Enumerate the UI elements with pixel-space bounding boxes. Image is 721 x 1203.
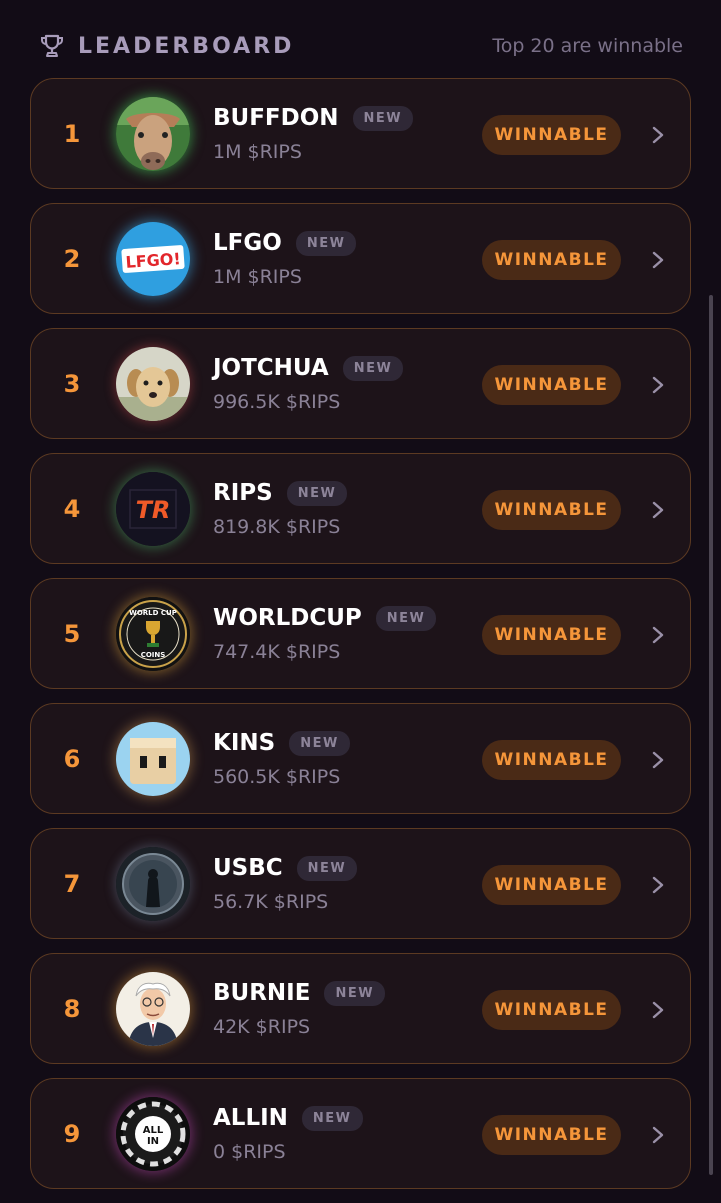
rank-number: 8 <box>63 994 81 1023</box>
winnable-badge: WINNABLE <box>482 990 621 1030</box>
new-badge: NEW <box>301 1105 363 1131</box>
winnable-badge: WINNABLE <box>482 1115 621 1155</box>
rank-number: 2 <box>63 244 81 273</box>
rank-number: 3 <box>63 369 81 398</box>
chip-text-bottom: IN <box>147 1136 159 1147</box>
leaderboard-header: LEADERBOARD Top 20 are winnable <box>38 28 683 64</box>
token-amount: 747.4K $RIPS <box>213 641 341 663</box>
worldcup-text-bottom: COINS <box>141 651 166 659</box>
chevron-right-icon[interactable] <box>648 1123 668 1147</box>
new-badge: NEW <box>352 105 414 131</box>
lfgo-logo-avatar: LFGO! <box>116 222 190 296</box>
buffalo-avatar <box>116 97 190 171</box>
new-badge: NEW <box>375 605 437 631</box>
leaderboard-row[interactable]: 2 LFGO! LFGO NEW 1M $RIPS WINNABLE <box>30 203 691 314</box>
leaderboard-list: 1 BUFFDON NEW 1M $RIPS WINNABLE 2 LFGO! … <box>30 78 691 1203</box>
new-badge: NEW <box>295 230 357 256</box>
token-amount: 0 $RIPS <box>213 1141 286 1163</box>
token-name-line: KINS NEW <box>213 730 350 756</box>
page-title: LEADERBOARD <box>78 33 295 59</box>
poker-chip-avatar: ALL IN <box>116 1097 190 1171</box>
token-name-line: LFGO NEW <box>213 230 357 256</box>
tr-logo-avatar: TR <box>116 472 190 546</box>
token-name: USBC <box>213 855 283 881</box>
leaderboard-row[interactable]: 4 TR RIPS NEW 819.8K $RIPS WINNABLE <box>30 453 691 564</box>
token-name-line: RIPS NEW <box>213 480 348 506</box>
lfgo-logo-text: LFGO! <box>125 249 181 272</box>
token-name: RIPS <box>213 480 273 506</box>
chevron-right-icon[interactable] <box>648 998 668 1022</box>
chevron-right-icon[interactable] <box>648 248 668 272</box>
tr-logo-text: TR <box>136 496 171 524</box>
leaderboard-row[interactable]: 8 BURNIE NEW 42K $RIPS WINNABLE <box>30 953 691 1064</box>
cartoon-man-avatar <box>116 972 190 1046</box>
leaderboard-row[interactable]: 7 USBC NEW 56.7K $RIPS WINNABLE <box>30 828 691 939</box>
token-amount: 42K $RIPS <box>213 1016 311 1038</box>
rank-number: 7 <box>63 869 81 898</box>
winnable-badge: WINNABLE <box>482 240 621 280</box>
winnable-badge: WINNABLE <box>482 365 621 405</box>
token-name-line: USBC NEW <box>213 855 358 881</box>
token-name-line: BURNIE NEW <box>213 980 386 1006</box>
scrollbar[interactable] <box>709 295 713 1175</box>
token-amount: 996.5K $RIPS <box>213 391 341 413</box>
leaderboard-row[interactable]: 3 JOTCHUA NEW 996.5K $RIPS WINNABLE <box>30 328 691 439</box>
new-badge: NEW <box>342 355 404 381</box>
chip-text-top: ALL <box>143 1125 164 1136</box>
leaderboard-row[interactable]: 6 KINS NEW 560.5K $RIPS WINNABLE <box>30 703 691 814</box>
new-badge: NEW <box>296 855 358 881</box>
rank-number: 4 <box>63 494 81 523</box>
leaderboard-row[interactable]: 5 WORLD CUP COINS WORLDCUP NEW 747.4K $R… <box>30 578 691 689</box>
chevron-right-icon[interactable] <box>648 748 668 772</box>
token-name: BUFFDON <box>213 105 339 131</box>
chevron-right-icon[interactable] <box>648 373 668 397</box>
token-amount: 1M $RIPS <box>213 266 302 288</box>
token-name: JOTCHUA <box>213 355 329 381</box>
token-name: KINS <box>213 730 276 756</box>
winnable-badge: WINNABLE <box>482 865 621 905</box>
token-name-line: BUFFDON NEW <box>213 105 414 131</box>
rank-number: 1 <box>63 119 81 148</box>
winnable-badge: WINNABLE <box>482 740 621 780</box>
token-name-line: WORLDCUP NEW <box>213 605 437 631</box>
winnable-badge: WINNABLE <box>482 115 621 155</box>
chevron-right-icon[interactable] <box>648 623 668 647</box>
token-name-line: ALLIN NEW <box>213 1105 363 1131</box>
coin-figure-avatar <box>116 847 190 921</box>
winnable-badge: WINNABLE <box>482 615 621 655</box>
token-amount: 1M $RIPS <box>213 141 302 163</box>
leaderboard-row[interactable]: 9 ALL IN ALLIN NEW 0 $RIPS WINNABLE <box>30 1078 691 1189</box>
worldcup-text-top: WORLD CUP <box>129 609 177 617</box>
token-name: BURNIE <box>213 980 311 1006</box>
trophy-icon <box>38 32 66 60</box>
chevron-right-icon[interactable] <box>648 123 668 147</box>
new-badge: NEW <box>324 980 386 1006</box>
token-amount: 56.7K $RIPS <box>213 891 329 913</box>
header-title-group: LEADERBOARD <box>38 32 294 60</box>
token-name: WORLDCUP <box>213 605 362 631</box>
rank-number: 6 <box>63 744 81 773</box>
dog-avatar <box>116 347 190 421</box>
chevron-right-icon[interactable] <box>648 873 668 897</box>
token-name: ALLIN <box>213 1105 288 1131</box>
token-name: LFGO <box>213 230 282 256</box>
rank-number: 9 <box>63 1119 81 1148</box>
rank-number: 5 <box>63 619 81 648</box>
token-amount: 819.8K $RIPS <box>213 516 341 538</box>
winnable-badge: WINNABLE <box>482 490 621 530</box>
block-face-avatar <box>116 722 190 796</box>
new-badge: NEW <box>286 480 348 506</box>
token-name-line: JOTCHUA NEW <box>213 355 404 381</box>
leaderboard-row[interactable]: 1 BUFFDON NEW 1M $RIPS WINNABLE <box>30 78 691 189</box>
chevron-right-icon[interactable] <box>648 498 668 522</box>
token-amount: 560.5K $RIPS <box>213 766 341 788</box>
winnable-note: Top 20 are winnable <box>492 35 683 57</box>
worldcup-coin-avatar: WORLD CUP COINS <box>116 597 190 671</box>
new-badge: NEW <box>289 730 350 756</box>
